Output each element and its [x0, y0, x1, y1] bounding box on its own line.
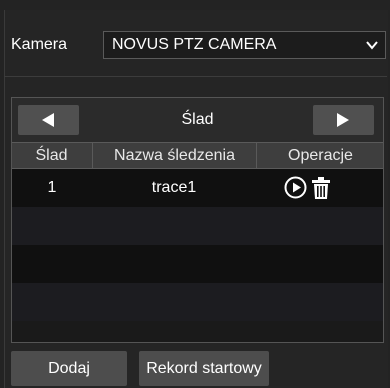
play-circle-icon[interactable]	[284, 176, 307, 199]
camera-row: Kamera NOVUS PTZ CAMERA	[4, 27, 386, 63]
trace-id: 1	[47, 179, 57, 196]
next-button[interactable]	[313, 105, 374, 135]
trace-title-bar: Ślad	[12, 98, 383, 142]
camera-select-value: NOVUS PTZ CAMERA	[112, 36, 277, 53]
triangle-right-icon	[337, 113, 349, 127]
empty-row	[12, 245, 383, 283]
chevron-down-icon	[366, 41, 378, 50]
divider	[4, 76, 387, 77]
column-header-operations: Operacje	[256, 143, 384, 168]
row-operations	[284, 176, 374, 200]
empty-row	[12, 283, 383, 321]
column-header-name: Nazwa śledzenia	[92, 143, 256, 168]
empty-row	[12, 207, 383, 245]
trash-icon[interactable]	[311, 177, 331, 199]
camera-select[interactable]: NOVUS PTZ CAMERA	[103, 31, 386, 59]
camera-label: Kamera	[11, 36, 68, 53]
add-button[interactable]: Dodaj	[11, 351, 127, 386]
table-body: 1 trace1	[12, 169, 383, 321]
table-header: Ślad Nazwa śledzenia Operacje	[12, 142, 383, 169]
trace-table: Ślad Ślad Nazwa śledzenia Operacje 1 tra…	[11, 97, 384, 343]
table-row[interactable]: 1 trace1	[12, 169, 383, 207]
column-header-trace: Ślad	[35, 147, 68, 164]
trace-config-screen: Kamera NOVUS PTZ CAMERA Ślad Ślad Nazwa …	[0, 0, 390, 388]
trace-name: trace1	[151, 179, 197, 196]
start-record-button[interactable]: Rekord startowy	[139, 351, 269, 386]
